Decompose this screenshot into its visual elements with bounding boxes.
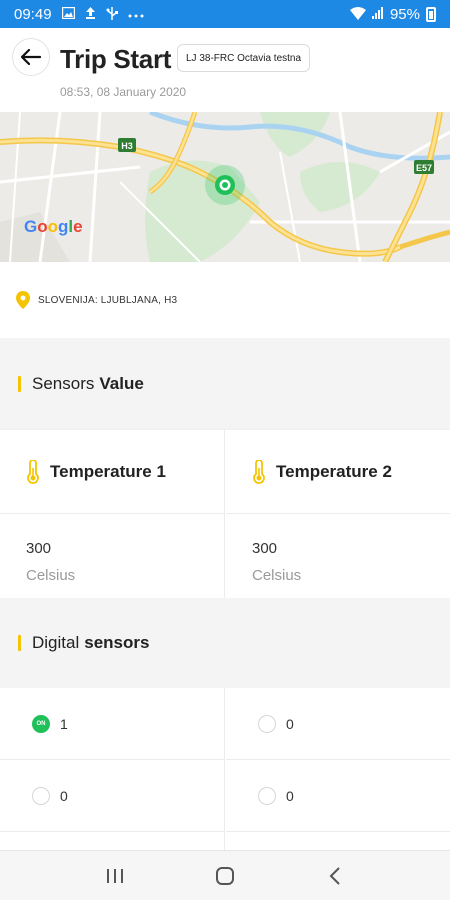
system-nav-bar [0,850,450,900]
back-button[interactable] [12,38,50,76]
more-icon [128,8,144,20]
road-shield-h3: H3 [118,138,136,152]
map-view[interactable]: H3 E57 Google [0,112,450,262]
off-indicator-icon [258,786,276,805]
map-pin-icon [16,291,30,309]
digital-sensor-item[interactable]: 0 [226,688,450,760]
location-row: SLOVENIJA: LJUBLJANA, H3 [0,262,450,338]
section-label-bold: sensors [84,633,150,652]
digital-sensors-grid: ON 1 0 0 0 [0,688,450,850]
status-time: 09:49 [14,5,52,23]
sensor-value-block: 300 Celsius [226,514,450,584]
digital-sensor-value: 0 [60,787,68,804]
digital-sensor-item[interactable]: 0 [226,760,450,832]
digital-sensor-value: 0 [286,787,294,804]
sensor-value: 300 [26,540,52,557]
usb-icon [106,6,118,22]
trip-datetime: 08:53, 08 January 2020 [60,85,187,99]
thermometer-icon [253,459,265,484]
location-target-icon[interactable] [205,165,245,205]
section-label-bold: Value [99,374,144,393]
home-button[interactable] [205,856,245,896]
svg-text:Google: Google [24,217,83,236]
sensor-card[interactable]: Temperature 1 300 Celsius [0,430,225,598]
recent-apps-button[interactable] [95,856,135,896]
sensor-card[interactable]: Temperature 2 300 Celsius [226,430,450,598]
sensor-value: 300 [252,540,278,557]
home-icon [216,866,234,885]
thermometer-icon [27,459,39,484]
sensor-unit: Celsius [26,567,76,584]
sensor-name: Temperature 1 [50,461,166,481]
digital-sensor-item-partial [0,832,225,850]
off-indicator-icon [258,714,276,733]
sensor-value-block: 300 Celsius [0,514,224,584]
digital-sensor-item[interactable]: ON 1 [0,688,225,760]
sensors-section-header: Sensors Value [0,338,450,430]
sensor-unit: Celsius [252,567,302,584]
back-nav-button[interactable] [315,856,355,896]
section-label: Sensors [32,374,95,393]
digital-sensor-item[interactable]: 0 [0,760,225,832]
sensor-header: Temperature 1 [0,430,224,514]
digital-sensor-value: 0 [286,715,294,732]
sensor-name: Temperature 2 [276,461,392,481]
svg-text:H3: H3 [121,141,133,151]
status-bar: 09:49 95% [0,0,450,28]
back-icon [329,866,340,885]
off-indicator-icon [32,786,50,805]
section-accent-bar [18,376,21,392]
vehicle-chip[interactable]: LJ 38-FRC Octavia testna [177,44,311,72]
page-title: Trip Start [60,44,172,74]
section-label: Digital [32,633,80,652]
app-header: Trip Start LJ 38-FRC Octavia testna 08:5… [0,28,450,112]
svg-text:E57: E57 [416,163,432,173]
battery-percent: 95% [389,5,420,23]
signal-icon [371,7,384,21]
road-shield-e57: E57 [414,160,434,174]
upload-icon [85,7,96,21]
arrow-left-icon [21,49,41,65]
sensor-header: Temperature 2 [226,430,450,514]
recent-apps-icon [107,868,123,883]
image-icon [61,6,75,21]
on-indicator-icon: ON [32,714,50,733]
location-text: SLOVENIJA: LJUBLJANA, H3 [38,294,178,306]
digital-sensor-value: 1 [60,715,68,732]
sensors-grid: Temperature 1 300 Celsius Temperature 2 … [0,430,450,598]
battery-icon [426,6,436,22]
digital-section-header: Digital sensors [0,598,450,688]
section-accent-bar [18,635,21,651]
wifi-icon [349,6,366,22]
google-logo: Google [24,217,83,236]
